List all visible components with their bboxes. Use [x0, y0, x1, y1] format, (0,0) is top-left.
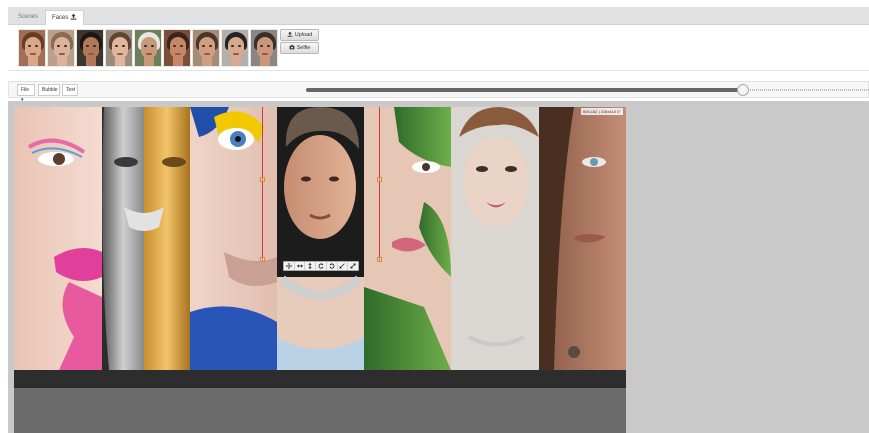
upload-button[interactable]: Upload — [280, 29, 319, 41]
selection-handle-right[interactable] — [377, 177, 382, 182]
zoom-slider[interactable] — [306, 84, 869, 96]
expand-button[interactable] — [348, 262, 358, 270]
face-thumbnail[interactable] — [221, 29, 249, 67]
bubble-button[interactable]: Bubble — [38, 84, 60, 96]
move-icon — [285, 263, 292, 269]
shrink-button[interactable] — [338, 262, 349, 270]
rotate-right-icon — [329, 263, 335, 269]
selection-handle-left[interactable] — [260, 177, 265, 182]
move-button[interactable] — [284, 262, 295, 270]
flip-horizontal-button[interactable] — [295, 262, 306, 270]
selection-left-edge — [262, 107, 263, 262]
camera-icon — [289, 44, 295, 50]
shrink-icon — [339, 263, 346, 269]
tab-faces-label: Faces — [52, 15, 69, 21]
zoom-slider-fill — [306, 88, 743, 92]
face-thumbnail[interactable] — [163, 29, 191, 67]
upload-icon — [71, 13, 77, 20]
flip-horizontal-icon — [296, 264, 303, 268]
selection-handle-bottom-right[interactable] — [377, 257, 382, 262]
tab-bar: Scenes Faces — [8, 7, 869, 25]
selfie-button[interactable]: Selfie — [280, 42, 319, 54]
face-thumbnail[interactable] — [192, 29, 220, 67]
face-thumbnail[interactable] — [47, 29, 75, 67]
selection-handle-bottom-left[interactable] — [260, 257, 265, 262]
face-transform-toolbar — [283, 261, 359, 271]
face-thumbnail[interactable] — [250, 29, 278, 67]
rotate-left-icon — [318, 263, 324, 269]
tab-scenes-label: Scenes — [18, 14, 39, 20]
editor-toolbar: File ▾ Bubble Text — [8, 81, 869, 103]
zoom-slider-handle[interactable] — [737, 84, 749, 96]
collage-artwork — [14, 107, 626, 370]
tab-scenes[interactable]: Scenes — [12, 10, 44, 25]
face-thumbnail[interactable] — [105, 29, 133, 67]
zoom-slider-track — [743, 89, 869, 91]
upload-icon — [287, 31, 293, 37]
selfie-label: Selfie — [296, 45, 311, 51]
rotate-right-button[interactable] — [327, 262, 338, 270]
flip-vertical-button[interactable] — [305, 262, 317, 270]
rotate-left-button[interactable] — [316, 262, 327, 270]
flip-vertical-icon — [308, 263, 313, 269]
face-thumbnail[interactable] — [134, 29, 162, 67]
face-thumbnail[interactable] — [18, 29, 46, 67]
file-menu-button[interactable]: File ▾ — [17, 84, 35, 103]
app-root: Scenes Faces Upload Selfie File ▾ Bubble… — [0, 0, 869, 433]
selection-coordinates: 605,182 | 315x410 0° — [581, 108, 624, 115]
upload-label: Upload — [294, 32, 313, 38]
tab-faces[interactable]: Faces — [45, 10, 85, 25]
expand-icon — [350, 263, 356, 269]
face-thumbnail[interactable] — [76, 29, 104, 67]
text-button[interactable]: Text — [62, 84, 78, 96]
scene-image[interactable] — [14, 107, 626, 370]
selection-right-edge — [379, 107, 380, 262]
stage-bottom-area — [14, 388, 626, 433]
stage-bottom-bar — [14, 370, 626, 388]
faces-panel — [8, 25, 869, 71]
